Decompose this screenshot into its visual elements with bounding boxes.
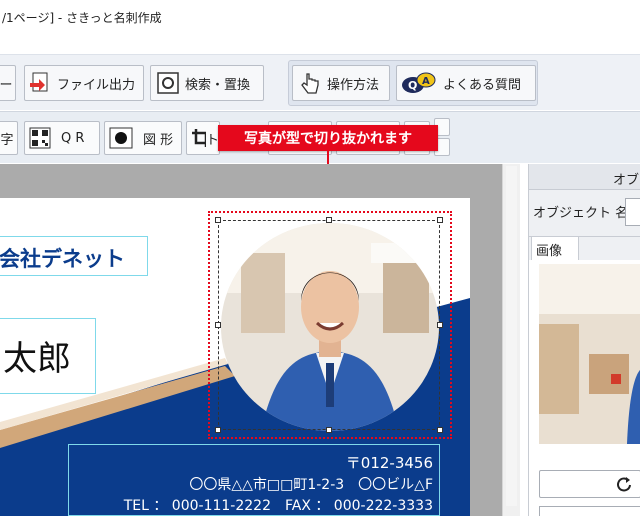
person-name: 太郎 bbox=[3, 339, 71, 379]
address-box[interactable]: 〒012-3456 〇〇県△△市□□町1-2-3 〇〇ビル△F TEL ： 00… bbox=[68, 444, 440, 516]
trim-button[interactable]: ト bbox=[186, 121, 220, 155]
contact-info: TEL ： 000-111-2222 FAX ： 000-222-3333 bbox=[123, 498, 433, 514]
faq-button[interactable]: Q A よくある質問 bbox=[396, 65, 536, 101]
how-to-label: 操作方法 bbox=[327, 77, 380, 93]
photo-selection-box[interactable] bbox=[218, 220, 440, 430]
resize-handle-mr[interactable] bbox=[437, 322, 443, 328]
shape-label: 図 形 bbox=[143, 132, 174, 148]
business-card-canvas[interactable]: 会社デネット 太郎 〒012-3456 〇〇県△△市□□町1-2-3 〇〇ビル△… bbox=[0, 198, 470, 516]
panel-header-title: オブ bbox=[613, 173, 640, 188]
resize-handle-br[interactable] bbox=[437, 427, 443, 433]
svg-text:Q: Q bbox=[408, 79, 417, 92]
qr-button[interactable]: Q R bbox=[24, 121, 100, 155]
callout-label: 写真が型で切り抜かれます bbox=[218, 125, 438, 151]
file-export-icon bbox=[30, 72, 48, 92]
search-replace-label: 検索・置換 bbox=[185, 77, 251, 93]
tab-image-label: 画像 bbox=[536, 244, 563, 259]
text-tool-button[interactable]: 字 bbox=[0, 121, 18, 155]
resize-handle-bm[interactable] bbox=[326, 427, 332, 433]
rotate-icon bbox=[617, 477, 631, 492]
panel-bottom-button[interactable] bbox=[539, 506, 640, 516]
qr-label: Q R bbox=[61, 130, 85, 146]
object-name-input[interactable] bbox=[625, 198, 640, 226]
search-replace-button[interactable]: 検索・置換 bbox=[150, 65, 264, 101]
address: 〇〇県△△市□□町1-2-3 〇〇ビル△F bbox=[189, 477, 433, 493]
hand-pointer-icon bbox=[301, 73, 319, 94]
title-bar: /1ページ] - さきっと名刺作成 bbox=[0, 0, 640, 36]
svg-text:A: A bbox=[422, 76, 430, 87]
vertical-scrollbar[interactable] bbox=[502, 164, 520, 516]
scrollbar-thumb[interactable] bbox=[506, 166, 517, 506]
qa-icon: Q A bbox=[402, 72, 436, 93]
search-icon bbox=[157, 72, 179, 94]
resize-handle-tl[interactable] bbox=[215, 217, 221, 223]
panel-header: オブ bbox=[529, 164, 640, 190]
rotate-button[interactable] bbox=[539, 470, 640, 498]
properties-panel: オブ オブジェクト 名 画像 bbox=[528, 164, 640, 516]
qr-code-icon bbox=[29, 127, 51, 149]
window-title: /1ページ] - さきっと名刺作成 bbox=[2, 11, 162, 25]
file-output-button[interactable]: ファイル出力 bbox=[24, 65, 144, 101]
resize-handle-tr[interactable] bbox=[437, 217, 443, 223]
person-name-box[interactable]: 太郎 bbox=[0, 318, 96, 394]
how-to-button[interactable]: 操作方法 bbox=[292, 65, 390, 101]
company-name: 会社デネット bbox=[0, 247, 125, 271]
image-preview-photo bbox=[539, 264, 640, 444]
main-toolbar: ー ファイル出力 検索・置換 操作方法 Q A よくある質問 bbox=[0, 54, 640, 110]
resize-handle-bl[interactable] bbox=[215, 427, 221, 433]
crop-icon bbox=[192, 129, 206, 147]
tab-image[interactable]: 画像 bbox=[531, 236, 579, 260]
prev-tool-button[interactable]: ー bbox=[0, 65, 16, 101]
file-output-label: ファイル出力 bbox=[57, 77, 136, 93]
resize-handle-tm[interactable] bbox=[326, 217, 332, 223]
postal-code: 〒012-3456 bbox=[345, 454, 433, 472]
text-tool-label: 字 bbox=[0, 132, 14, 148]
resize-handle-ml[interactable] bbox=[215, 322, 221, 328]
prev-tool-label: ー bbox=[0, 77, 13, 93]
company-name-box[interactable]: 会社デネット bbox=[0, 236, 148, 276]
faq-label: よくある質問 bbox=[443, 77, 522, 93]
image-preview bbox=[539, 264, 640, 444]
shape-icon bbox=[109, 127, 133, 149]
shape-button[interactable]: 図 形 bbox=[104, 121, 182, 155]
object-name-label: オブジェクト 名 bbox=[533, 206, 629, 221]
